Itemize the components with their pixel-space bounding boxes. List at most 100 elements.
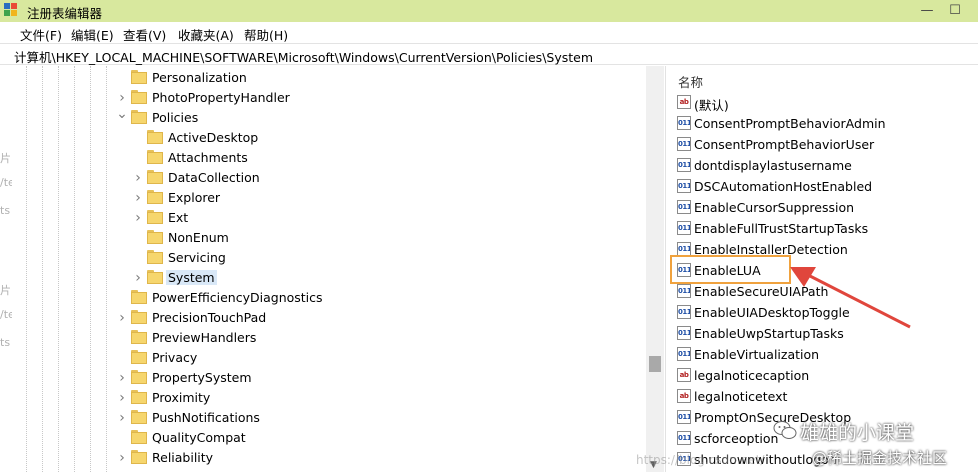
value-name[interactable]: EnableCursorSuppression xyxy=(694,200,854,215)
tree-item-label[interactable]: Attachments xyxy=(166,150,250,165)
value-row[interactable]: ab (默认) xyxy=(677,92,977,113)
value-name[interactable]: ConsentPromptBehaviorAdmin xyxy=(694,116,886,131)
scrollbar-thumb[interactable] xyxy=(649,356,661,372)
value-name[interactable]: (默认) xyxy=(694,95,729,114)
tree-item[interactable]: › System xyxy=(12,268,652,288)
chevron-down-icon[interactable]: ⌄ xyxy=(116,107,128,121)
tree-item-label[interactable]: PrecisionTouchPad xyxy=(150,310,268,325)
tree-item-label[interactable]: Explorer xyxy=(166,190,222,205)
window-title: 注册表编辑器 xyxy=(27,6,103,21)
menu-edit[interactable]: 编辑(E) xyxy=(71,25,114,44)
menu-bar: 文件(F) 编辑(E) 查看(V) 收藏夹(A) 帮助(H) xyxy=(0,22,978,44)
value-name[interactable]: dontdisplaylastusername xyxy=(694,158,852,173)
tree-item-label[interactable]: NonEnum xyxy=(166,230,231,245)
value-name[interactable]: DSCAutomationHostEnabled xyxy=(694,179,872,194)
string-value-icon: ab xyxy=(677,95,691,109)
tree-item[interactable]: Servicing xyxy=(12,248,652,268)
value-row[interactable]: ab legalnoticecaption xyxy=(677,365,977,386)
key-tree[interactable]: Personalization › PhotoPropertyHandler ⌄ Pol… xyxy=(12,66,665,472)
string-value-icon: ab xyxy=(677,389,691,403)
value-row[interactable]: 011 ConsentPromptBehaviorAdmin xyxy=(677,113,977,134)
chevron-right-icon[interactable]: › xyxy=(132,211,144,225)
binary-value-icon: 011 xyxy=(677,116,691,130)
tree-item-label[interactable]: Servicing xyxy=(166,250,228,265)
tree-item[interactable]: › PhotoPropertyHandler xyxy=(12,88,652,108)
tree-item[interactable]: › Explorer xyxy=(12,188,652,208)
tree-item-label[interactable]: ActiveDesktop xyxy=(166,130,260,145)
background-text: ts xyxy=(0,204,11,217)
column-header-name[interactable]: 名称 xyxy=(678,72,703,91)
tree-item[interactable]: › PropertySystem xyxy=(12,368,652,388)
tree-item[interactable]: NonEnum xyxy=(12,228,652,248)
tree-item-label[interactable]: System xyxy=(166,270,217,285)
tree-item-label[interactable]: PropertySystem xyxy=(150,370,254,385)
value-row[interactable]: ab legalnoticetext xyxy=(677,386,977,407)
address-path[interactable]: 计算机\HKEY_LOCAL_MACHINE\SOFTWARE\Microsof… xyxy=(14,47,593,66)
chevron-right-icon[interactable]: › xyxy=(116,451,128,465)
tree-item[interactable]: ActiveDesktop xyxy=(12,128,652,148)
tree-item-label[interactable]: PushNotifications xyxy=(150,410,262,425)
menu-file[interactable]: 文件(F) xyxy=(20,25,62,44)
folder-icon xyxy=(147,190,163,205)
minimize-button[interactable]: — xyxy=(918,2,936,20)
value-name[interactable]: EnableFullTrustStartupTasks xyxy=(694,221,868,236)
value-name[interactable]: legalnoticecaption xyxy=(694,368,809,383)
tree-item[interactable]: › Ext xyxy=(12,208,652,228)
chevron-right-icon[interactable]: › xyxy=(116,91,128,105)
tree-item[interactable]: QualityCompat xyxy=(12,428,652,448)
background-window-strip: 片 /te ts 片 /te ts xyxy=(0,66,12,472)
value-row[interactable]: 011 DSCAutomationHostEnabled xyxy=(677,176,977,197)
url-watermark: https://blog.csdn.net/ xyxy=(636,453,765,467)
tree-item[interactable]: › Proximity xyxy=(12,388,652,408)
value-name[interactable]: ConsentPromptBehaviorUser xyxy=(694,137,874,152)
chevron-right-icon[interactable]: › xyxy=(116,311,128,325)
tree-item-label[interactable]: PhotoPropertyHandler xyxy=(150,90,292,105)
tree-item-label[interactable]: DataCollection xyxy=(166,170,262,185)
tree-item[interactable]: › PushNotifications xyxy=(12,408,652,428)
tree-item[interactable]: ⌄ Policies xyxy=(12,107,652,128)
binary-value-icon: 011 xyxy=(677,200,691,214)
tree-item[interactable]: Privacy xyxy=(12,348,652,368)
tree-item-label[interactable]: PreviewHandlers xyxy=(150,330,258,345)
menu-help[interactable]: 帮助(H) xyxy=(244,25,288,44)
value-name[interactable]: legalnoticetext xyxy=(694,389,787,404)
tree-item-label[interactable]: PowerEfficiencyDiagnostics xyxy=(150,290,325,305)
tree-item[interactable]: › DataCollection xyxy=(12,168,652,188)
tree-item-label[interactable]: Personalization xyxy=(150,70,249,85)
chevron-right-icon[interactable]: › xyxy=(132,191,144,205)
chevron-right-icon[interactable]: › xyxy=(116,371,128,385)
tree-item[interactable]: › Reliability xyxy=(12,448,652,468)
value-row[interactable]: 011 EnableFullTrustStartupTasks xyxy=(677,218,977,239)
value-row[interactable]: 011 EnableVirtualization xyxy=(677,344,977,365)
binary-value-icon: 011 xyxy=(677,179,691,193)
tree-item-label[interactable]: QualityCompat xyxy=(150,430,248,445)
tree-item[interactable]: Attachments xyxy=(12,148,652,168)
tree-item-label[interactable]: Policies xyxy=(150,110,200,125)
tree-item-label[interactable]: Proximity xyxy=(150,390,212,405)
tree-item[interactable]: › PrecisionTouchPad xyxy=(12,308,652,328)
folder-icon xyxy=(147,170,163,185)
tree-item-label[interactable]: Reliability xyxy=(150,450,215,465)
maximize-button[interactable]: ☐ xyxy=(946,2,964,20)
menu-favorites[interactable]: 收藏夹(A) xyxy=(178,25,234,44)
tree-scrollbar[interactable]: ▼ xyxy=(646,66,664,472)
tree-item[interactable]: PreviewHandlers xyxy=(12,328,652,348)
chevron-right-icon[interactable]: › xyxy=(116,391,128,405)
tree-item-label[interactable]: Privacy xyxy=(150,350,199,365)
menu-view[interactable]: 查看(V) xyxy=(123,25,166,44)
chevron-right-icon[interactable]: › xyxy=(132,171,144,185)
background-text: 片 xyxy=(0,284,11,297)
chevron-right-icon[interactable]: › xyxy=(116,411,128,425)
value-name[interactable]: scforceoption xyxy=(694,431,778,446)
tree-item-label[interactable]: Ext xyxy=(166,210,190,225)
tree-item[interactable]: PowerEfficiencyDiagnostics xyxy=(12,288,652,308)
value-name[interactable]: EnableVirtualization xyxy=(694,347,819,362)
value-row[interactable]: 011 ConsentPromptBehaviorUser xyxy=(677,134,977,155)
folder-icon xyxy=(131,310,147,325)
value-row[interactable]: 011 EnableCursorSuppression xyxy=(677,197,977,218)
tree-item[interactable]: Personalization xyxy=(12,68,652,88)
address-bar[interactable]: 计算机\HKEY_LOCAL_MACHINE\SOFTWARE\Microsof… xyxy=(0,43,978,65)
value-row[interactable]: 011 dontdisplaylastusername xyxy=(677,155,977,176)
chevron-right-icon[interactable]: › xyxy=(132,271,144,285)
binary-value-icon: 011 xyxy=(677,242,691,256)
